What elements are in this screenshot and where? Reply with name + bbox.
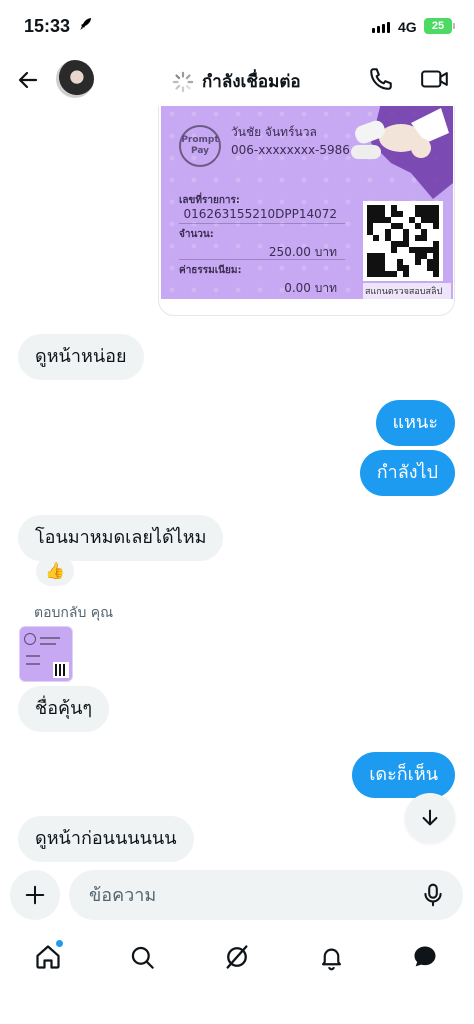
add-attachment-button[interactable] (10, 870, 60, 920)
nav-messages[interactable] (410, 942, 440, 972)
bell-icon (321, 948, 341, 970)
nav-home[interactable] (33, 940, 63, 972)
bottom-navigation (0, 932, 474, 982)
back-button[interactable] (14, 66, 42, 94)
scroll-to-bottom-button[interactable] (405, 793, 455, 843)
fee-label: ค่าธรรมเนียม: (179, 265, 242, 276)
video-call-button[interactable] (420, 66, 452, 94)
message-bubble-incoming[interactable]: โอนมาหมดเลยได้ไหม (18, 515, 224, 561)
image-message[interactable]: Prompt Pay วันชัย จันทร์นวล 006-xxxxxxxx… (158, 106, 455, 316)
voice-message-button[interactable] (420, 882, 446, 908)
qr-caption: สแกนตรวจสอบสลิป (363, 283, 451, 299)
message-bubble-incoming[interactable]: ชื่อคุ้นๆ (18, 686, 110, 732)
chat-header: กำลังเชื่อมต่อ (0, 54, 474, 106)
signal-icon (372, 22, 390, 33)
message-bubble-outgoing[interactable]: กำลังไป (359, 450, 455, 496)
payee-name: วันชัย จันทร์นวล (231, 125, 317, 139)
plus-icon (25, 885, 45, 905)
video-camera-icon (421, 70, 448, 88)
message-bubble-incoming[interactable]: ดูหน้าหน่อย (18, 334, 144, 380)
ref-value: 016263155210DPP14072 (183, 207, 337, 221)
status-time: 15:33 (24, 16, 71, 36)
grok-icon (226, 945, 248, 969)
loading-spinner-icon (172, 71, 194, 92)
message-bubble-outgoing[interactable]: แหนะ (375, 400, 455, 446)
notification-dot (56, 940, 63, 947)
fee-value: 0.00 บาท (284, 281, 337, 295)
qr-code (363, 201, 443, 281)
message-composer (0, 866, 474, 922)
reply-label: ตอบกลับ คุณ (34, 605, 114, 621)
anime-character-image (351, 106, 453, 199)
reply-preview-thumbnail[interactable] (19, 626, 73, 682)
nav-search[interactable] (127, 942, 157, 972)
call-button[interactable] (368, 66, 396, 94)
arrow-down-icon (422, 809, 438, 826)
avatar[interactable] (56, 60, 94, 98)
message-input[interactable] (69, 870, 463, 920)
payee-account: 006-xxxxxxxx-5986 (231, 143, 350, 157)
header-title[interactable]: กำลังเชื่อมต่อ (172, 68, 301, 95)
message-list[interactable]: Prompt Pay วันชัย จันทร์นวล 006-xxxxxxxx… (0, 106, 474, 866)
payment-slip-image: Prompt Pay วันชัย จันทร์นวล 006-xxxxxxxx… (161, 106, 453, 299)
microphone-icon (424, 883, 442, 907)
arrow-left-icon (18, 71, 38, 89)
message-bubble-outgoing[interactable]: เดะก็เห็น (352, 752, 455, 798)
phone-icon (370, 68, 392, 90)
header-title-text: กำลังเชื่อมต่อ (202, 72, 301, 92)
status-bar: 15:33 4G 25 (0, 0, 474, 54)
message-bubble-incoming[interactable]: ดูหน้าก่อนนนนนน (18, 816, 194, 862)
nav-grok[interactable] (222, 942, 252, 972)
home-icon (36, 945, 60, 969)
nav-notifications[interactable] (316, 942, 346, 972)
battery-icon: 25 (424, 18, 455, 34)
rocket-icon (78, 16, 94, 36)
ref-label: เลขที่รายการ: (179, 195, 240, 206)
search-icon (131, 946, 154, 969)
network-type: 4G (398, 19, 417, 35)
reaction-badge[interactable]: 👍 (36, 556, 74, 586)
messages-icon (414, 946, 436, 967)
amount-label: จำนวน: (179, 229, 214, 240)
promptpay-logo: Prompt Pay (179, 125, 221, 167)
